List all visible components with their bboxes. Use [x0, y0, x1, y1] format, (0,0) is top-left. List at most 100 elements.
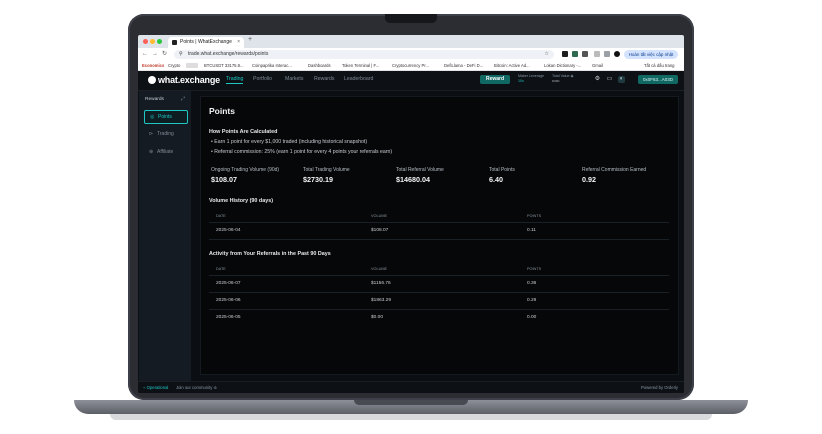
- bookmark-item[interactable]: Cryptocurrency Pr...: [392, 63, 429, 68]
- powered-by: Powered by Orderly: [640, 385, 678, 390]
- tab-title: Points | WhatExchange: [180, 39, 232, 45]
- stat-value: $108.07: [211, 175, 237, 184]
- profile-avatar[interactable]: [614, 51, 620, 57]
- nav-markets[interactable]: Markets: [285, 76, 303, 82]
- stat-value: $14680.04: [396, 175, 430, 184]
- bookmark-item[interactable]: Bitcoin: Active Ad...: [494, 63, 530, 68]
- bookmark-folder-icon[interactable]: [186, 63, 198, 68]
- sidebar-item-affiliate[interactable]: ⊕ Affiliate: [144, 146, 186, 158]
- table-cell-date: 2025-06-06: [216, 298, 241, 303]
- bookmark-item[interactable]: Lokan Dictionary -...: [544, 63, 581, 68]
- nav-leaderboard[interactable]: Leaderboard: [344, 76, 373, 82]
- download-icon[interactable]: [604, 51, 610, 57]
- meta-label: Total Value ◉: [552, 74, 574, 78]
- stat-label: Total Referral Volume: [396, 167, 444, 173]
- bookmark-item[interactable]: Dashboards: [308, 63, 331, 68]
- stat-value: 0.92: [582, 175, 596, 184]
- how-points-title: How Points Are Calculated: [209, 129, 278, 135]
- wallet-icon[interactable]: ◐: [618, 76, 625, 83]
- app-footer: ⌁ Operational Join our community ⊛ Power…: [138, 381, 684, 393]
- rewards-sidebar: Rewards ⤢ ◎ Points ⊳ Trading ⊕ Affiliate: [139, 91, 191, 381]
- extension-icon[interactable]: [582, 51, 588, 57]
- extension-icon[interactable]: [562, 51, 568, 57]
- reward-button[interactable]: Reward: [480, 75, 510, 84]
- sidebar-item-points[interactable]: ◎ Points: [144, 110, 188, 124]
- extension-icon[interactable]: [572, 51, 578, 57]
- stat-label: Total Points: [489, 167, 515, 173]
- extensions-puzzle-icon[interactable]: [594, 51, 600, 57]
- stat-value: 6.40: [489, 175, 503, 184]
- trading-icon: ⊳: [149, 131, 154, 137]
- browser-tab-bar: Points | WhatExchange × +: [138, 35, 684, 48]
- stat-label: Total Trading Volume: [303, 167, 350, 173]
- address-bar[interactable]: ⚲ trade.what.exchange/rewards/points ☆: [174, 50, 554, 59]
- site-info-icon[interactable]: ⚲: [179, 50, 183, 59]
- tab-close-icon[interactable]: ×: [237, 37, 240, 48]
- meta-label: Maker Leverage: [518, 74, 544, 78]
- back-icon[interactable]: ←: [142, 50, 148, 59]
- base-notch: [354, 400, 468, 405]
- referral-rule: • Referral commission: 25% (earn 1 point…: [211, 149, 393, 155]
- points-panel: Points How Points Are Calculated • Earn …: [200, 96, 679, 375]
- table-cell-points: 0.29: [527, 298, 537, 303]
- table-cell-volume: $0.00: [371, 315, 384, 320]
- all-bookmarks[interactable]: Tất cả dấu trang: [644, 63, 675, 68]
- url-text: trade.what.exchange/rewards/points: [188, 51, 269, 57]
- bookmark-item[interactable]: Economics: [142, 63, 164, 68]
- bookmark-item[interactable]: BTCUSDT 33175.8...: [204, 63, 244, 68]
- referral-activity-title: Activity from Your Referrals in the Past…: [209, 251, 331, 257]
- new-tab-icon[interactable]: +: [248, 36, 252, 43]
- expand-icon[interactable]: ⤢: [181, 96, 185, 102]
- sidebar-item-trading[interactable]: ⊳ Trading: [144, 128, 186, 140]
- affiliate-icon: ⊕: [149, 149, 154, 155]
- column-header-volume: VOLUME: [371, 267, 388, 271]
- close-window-icon[interactable]: [143, 39, 148, 44]
- logo[interactable]: what.exchange: [148, 75, 220, 85]
- forward-icon[interactable]: →: [152, 50, 158, 59]
- meta-value: ••••••: [552, 78, 560, 83]
- update-button[interactable]: Hoàn tất việc cập nhật: [624, 50, 678, 59]
- sidebar-item-label: Trading: [157, 131, 174, 137]
- table-cell-volume: $108.07: [371, 228, 389, 233]
- laptop-shadow: [110, 414, 712, 420]
- discord-icon[interactable]: ⊛: [213, 385, 217, 390]
- laptop-base: [74, 400, 748, 414]
- table-cell-points: 0.00: [527, 315, 537, 320]
- points-rule: • Earn 1 point for every $1,000 traded (…: [211, 139, 368, 145]
- laptop-screen: Points | WhatExchange × + ← → ↻ ⚲ trade.…: [138, 35, 684, 393]
- community-link[interactable]: Join our community ⊛: [176, 385, 217, 390]
- nav-portfolio[interactable]: Portfolio: [253, 76, 272, 82]
- divider: [209, 222, 669, 223]
- status-badge[interactable]: ⌁ Operational: [143, 385, 168, 390]
- chat-icon[interactable]: ▭: [606, 76, 613, 83]
- nav-trading[interactable]: Trading: [226, 76, 244, 84]
- meta-value: 10x: [518, 78, 524, 83]
- table-cell-date: 2025-06-05: [216, 315, 241, 320]
- total-value[interactable]: Total Value ◉ ••••••: [552, 74, 574, 83]
- column-header-points: POINTS: [527, 214, 542, 218]
- bookmark-item[interactable]: Coinpaprika Interac...: [252, 63, 292, 68]
- stat-label: Referral Commission Earned: [582, 167, 647, 173]
- column-header-date: DATE: [216, 267, 226, 271]
- nav-rewards[interactable]: Rewards: [314, 76, 334, 82]
- maker-leverage: Maker Leverage 10x: [518, 74, 544, 83]
- camera-notch: [385, 14, 437, 23]
- community-label: Join our community: [176, 385, 213, 390]
- table-cell-points: 0.11: [527, 228, 536, 233]
- laptop-lid: Points | WhatExchange × + ← → ↻ ⚲ trade.…: [128, 14, 694, 400]
- bookmark-item[interactable]: Token Terminal | F...: [342, 63, 379, 68]
- maximize-window-icon[interactable]: [157, 39, 162, 44]
- volume-history-title: Volume History (90 days): [209, 198, 274, 204]
- bookmark-item[interactable]: DefiLlama - DeFi D...: [444, 63, 483, 68]
- bookmark-star-icon[interactable]: ☆: [545, 50, 549, 59]
- bookmark-item[interactable]: Crypto: [168, 63, 180, 68]
- reload-icon[interactable]: ↻: [162, 50, 167, 59]
- minimize-window-icon[interactable]: [150, 39, 155, 44]
- account-button[interactable]: 0x0F63...A03D: [638, 75, 678, 84]
- bookmark-item[interactable]: Gmail: [592, 63, 603, 68]
- browser-tab-active[interactable]: Points | WhatExchange ×: [168, 37, 244, 48]
- logo-icon: [148, 76, 156, 84]
- settings-icon[interactable]: ⚙: [594, 76, 601, 83]
- favicon-icon: [172, 40, 177, 45]
- stat-label: Ongoing Trading Volume (90d): [211, 167, 280, 173]
